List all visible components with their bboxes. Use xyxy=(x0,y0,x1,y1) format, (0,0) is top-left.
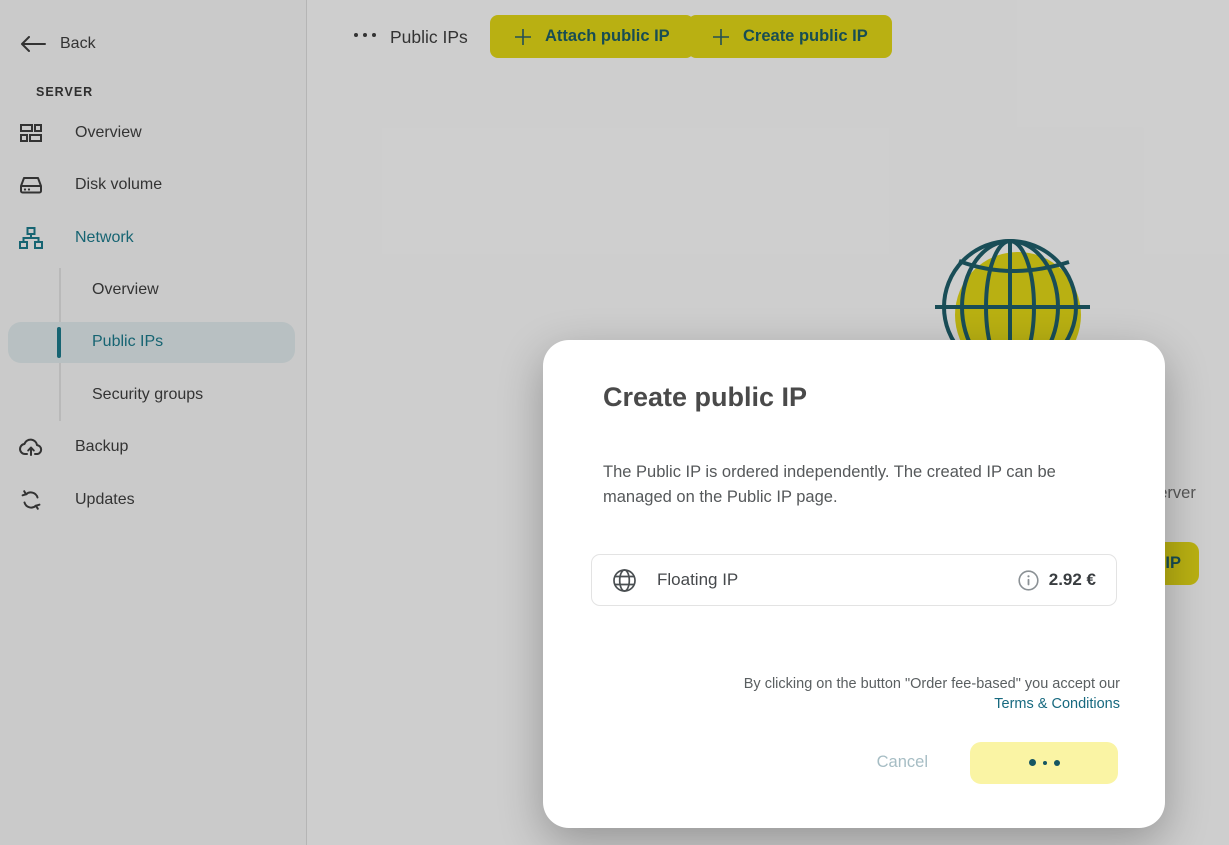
ip-type-select[interactable]: Floating IP 2.92 € xyxy=(591,554,1117,606)
terms-text: By clicking on the button "Order fee-bas… xyxy=(690,674,1120,714)
create-public-ip-modal: Create public IP The Public IP is ordere… xyxy=(543,340,1165,828)
order-fee-based-button-loading[interactable] xyxy=(970,742,1118,784)
terms-sentence: By clicking on the button "Order fee-bas… xyxy=(744,676,1120,692)
globe-icon xyxy=(612,568,637,593)
terms-conditions-link[interactable]: Terms & Conditions xyxy=(994,696,1120,712)
ip-type-label: Floating IP xyxy=(657,570,738,590)
ip-price: 2.92 € xyxy=(1049,570,1096,590)
loading-dot xyxy=(1043,761,1047,765)
info-icon[interactable] xyxy=(1018,570,1039,591)
cancel-button[interactable]: Cancel xyxy=(877,753,928,772)
modal-title: Create public IP xyxy=(603,382,807,413)
loading-dot xyxy=(1054,760,1060,766)
app-root: Back SERVER Overview xyxy=(0,0,1229,845)
loading-dot xyxy=(1029,759,1036,766)
modal-description: The Public IP is ordered independently. … xyxy=(603,460,1111,510)
modal-actions: Cancel xyxy=(877,741,1118,784)
